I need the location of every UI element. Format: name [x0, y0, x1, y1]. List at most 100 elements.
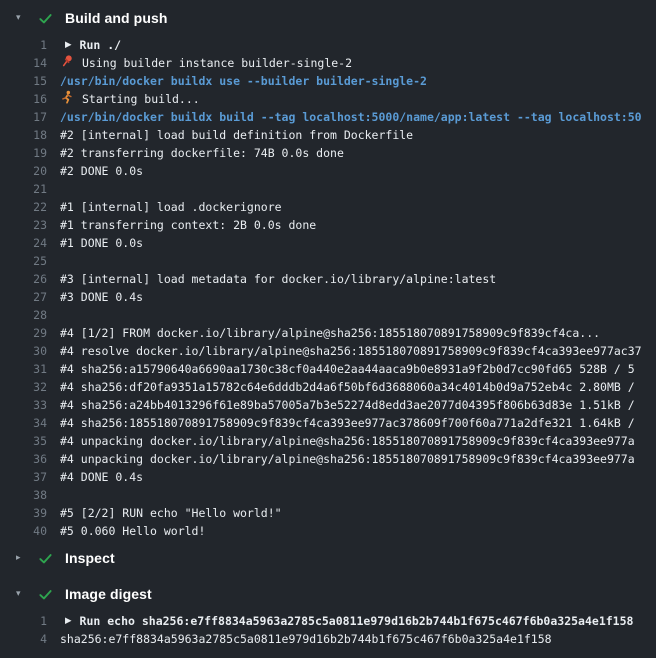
- log-line-number[interactable]: 30: [0, 342, 47, 360]
- log-line-text: /usr/bin/docker buildx build --tag local…: [60, 108, 642, 126]
- log-line-text: #4 sha256:df20fa9351a15782c64e6dddb2d4a6…: [60, 378, 635, 396]
- log-line-number[interactable]: 23: [0, 216, 47, 234]
- section-header-inspect[interactable]: ▸ Inspect: [0, 540, 656, 576]
- log-line: 4sha256:e7ff8834a5963a2785c5a0811e979d16…: [0, 630, 656, 648]
- log-lines: 1 ▶Run echo sha256:e7ff8834a5963a2785c5a0…: [0, 612, 656, 648]
- section-title: Image digest: [65, 586, 152, 602]
- log-line-number[interactable]: 1: [0, 36, 47, 54]
- log-line-text: #4 DONE 0.4s: [60, 468, 143, 486]
- chevron-down-icon[interactable]: ▾: [16, 590, 30, 599]
- run-chevron-icon[interactable]: ▶: [65, 612, 72, 630]
- log-lines: 1 ▶Run ./14Using builder instance builder…: [0, 36, 656, 540]
- log-line-text: #5 [2/2] RUN echo "Hello world!": [60, 504, 282, 522]
- log-line: 18 #2 [internal] load build definition fr…: [0, 126, 656, 144]
- log-line: 1 ▶Run ./: [0, 36, 656, 54]
- log-line-number[interactable]: 28: [0, 306, 47, 324]
- log-section-image-digest: ▾ Image digest 1 ▶Run echo sha256:e7ff883…: [0, 576, 656, 648]
- log-section-build-and-push: ▾ Build and push 1 ▶Run ./14Using builder…: [0, 0, 656, 540]
- log-line-number[interactable]: 33: [0, 396, 47, 414]
- log-line: 29 #4 [1/2] FROM docker.io/library/alpine…: [0, 324, 656, 342]
- check-icon: [38, 551, 53, 566]
- log-line-text: #4 unpacking docker.io/library/alpine@sh…: [60, 450, 635, 468]
- log-line-number[interactable]: 21: [0, 180, 47, 198]
- chevron-down-icon[interactable]: ▾: [16, 14, 30, 23]
- log-line: 20 #2 DONE 0.0s: [0, 162, 656, 180]
- log-line: 17/usr/bin/docker buildx build --tag loc…: [0, 108, 656, 126]
- log-line-text: #4 sha256:a15790640a6690aa1730c38cf0a440…: [60, 360, 635, 378]
- log-line: 30 #4 resolve docker.io/library/alpine@sh…: [0, 342, 656, 360]
- log-line-text: #2 DONE 0.0s: [60, 162, 143, 180]
- log-line-text: #2 [internal] load build definition from…: [60, 126, 413, 144]
- log-line: 36 #4 unpacking docker.io/library/alpine@…: [0, 450, 656, 468]
- log-line-number[interactable]: 22: [0, 198, 47, 216]
- log-line-text: ▶Run echo sha256:e7ff8834a5963a2785c5a08…: [60, 612, 633, 630]
- log-line: 22 #1 [internal] load .dockerignore: [0, 198, 656, 216]
- log-line: 16 Starting build...: [0, 90, 656, 108]
- log-line-number[interactable]: 24: [0, 234, 47, 252]
- log-line-number[interactable]: 40: [0, 522, 47, 540]
- log-line: 14Using builder instance builder-single-…: [0, 54, 656, 72]
- log-line-text: #4 [1/2] FROM docker.io/library/alpine@s…: [60, 324, 600, 342]
- section-header-image-digest[interactable]: ▾ Image digest: [0, 576, 656, 612]
- log-line-number[interactable]: 29: [0, 324, 47, 342]
- log-line: 35 #4 unpacking docker.io/library/alpine@…: [0, 432, 656, 450]
- log-line: 24 #1 DONE 0.0s: [0, 234, 656, 252]
- log-line-text: #5 0.060 Hello world!: [60, 522, 205, 540]
- log-line-number[interactable]: 31: [0, 360, 47, 378]
- log-line: 15/usr/bin/docker buildx use --builder b…: [0, 72, 656, 90]
- log-line-number[interactable]: 1: [0, 612, 47, 630]
- log-line-text: #4 resolve docker.io/library/alpine@sha2…: [60, 342, 642, 360]
- section-title: Inspect: [65, 550, 115, 566]
- log-line-number[interactable]: 38: [0, 486, 47, 504]
- actions-log-viewer: ▾ Build and push 1 ▶Run ./14Using builder…: [0, 0, 656, 658]
- log-line-text: #1 DONE 0.0s: [60, 234, 143, 252]
- log-line: 1 ▶Run echo sha256:e7ff8834a5963a2785c5a0…: [0, 612, 656, 630]
- log-line-number[interactable]: 18: [0, 126, 47, 144]
- log-line-number[interactable]: 4: [0, 630, 47, 648]
- check-icon: [38, 11, 53, 26]
- chevron-right-icon[interactable]: ▸: [16, 554, 30, 563]
- log-line-text: #3 [internal] load metadata for docker.i…: [60, 270, 496, 288]
- log-line-number[interactable]: 39: [0, 504, 47, 522]
- log-line: 31 #4 sha256:a15790640a6690aa1730c38cf0a4…: [0, 360, 656, 378]
- log-line-number[interactable]: 35: [0, 432, 47, 450]
- log-line-number[interactable]: 37: [0, 468, 47, 486]
- log-line: 19 #2 transferring dockerfile: 74B 0.0s d…: [0, 144, 656, 162]
- log-line-text: ▶Run ./: [60, 36, 121, 54]
- log-line: 40 #5 0.060 Hello world!: [0, 522, 656, 540]
- log-line-number[interactable]: 25: [0, 252, 47, 270]
- log-line-text: #3 DONE 0.4s: [60, 288, 143, 306]
- log-line-number[interactable]: 36: [0, 450, 47, 468]
- section-header-build-and-push[interactable]: ▾ Build and push: [0, 0, 656, 36]
- log-line: 32 #4 sha256:df20fa9351a15782c64e6dddb2d4…: [0, 378, 656, 396]
- log-line: 26 #3 [internal] load metadata for docker…: [0, 270, 656, 288]
- run-chevron-icon[interactable]: ▶: [65, 36, 72, 54]
- check-icon: [38, 587, 53, 602]
- log-line-number[interactable]: 17: [0, 108, 47, 126]
- log-line-number[interactable]: 26: [0, 270, 47, 288]
- log-line-number[interactable]: 32: [0, 378, 47, 396]
- log-line: 39 #5 [2/2] RUN echo "Hello world!": [0, 504, 656, 522]
- log-section-inspect: ▸ Inspect: [0, 540, 656, 576]
- log-line-number[interactable]: 15: [0, 72, 47, 90]
- log-line-text: #2 transferring dockerfile: 74B 0.0s don…: [60, 144, 344, 162]
- log-line: 38: [0, 486, 656, 504]
- log-line-text: #1 transferring context: 2B 0.0s done: [60, 216, 316, 234]
- log-line: 23 #1 transferring context: 2B 0.0s done: [0, 216, 656, 234]
- log-line-number[interactable]: 34: [0, 414, 47, 432]
- log-line-number[interactable]: 19: [0, 144, 47, 162]
- log-line: 27 #3 DONE 0.4s: [0, 288, 656, 306]
- log-line-number[interactable]: 20: [0, 162, 47, 180]
- log-line: 33#4 sha256:a24bb4013296f61e89ba57005a7b…: [0, 396, 656, 414]
- log-line: 21: [0, 180, 656, 198]
- log-line-text: #4 unpacking docker.io/library/alpine@sh…: [60, 432, 635, 450]
- runner-icon: [60, 90, 74, 108]
- section-title: Build and push: [65, 10, 168, 26]
- log-line-text: Starting build...: [60, 90, 200, 108]
- log-line-text: #1 [internal] load .dockerignore: [60, 198, 282, 216]
- log-line: 28: [0, 306, 656, 324]
- log-line: 37 #4 DONE 0.4s: [0, 468, 656, 486]
- log-line-number[interactable]: 14: [0, 54, 47, 72]
- log-line-number[interactable]: 27: [0, 288, 47, 306]
- log-line-number[interactable]: 16: [0, 90, 47, 108]
